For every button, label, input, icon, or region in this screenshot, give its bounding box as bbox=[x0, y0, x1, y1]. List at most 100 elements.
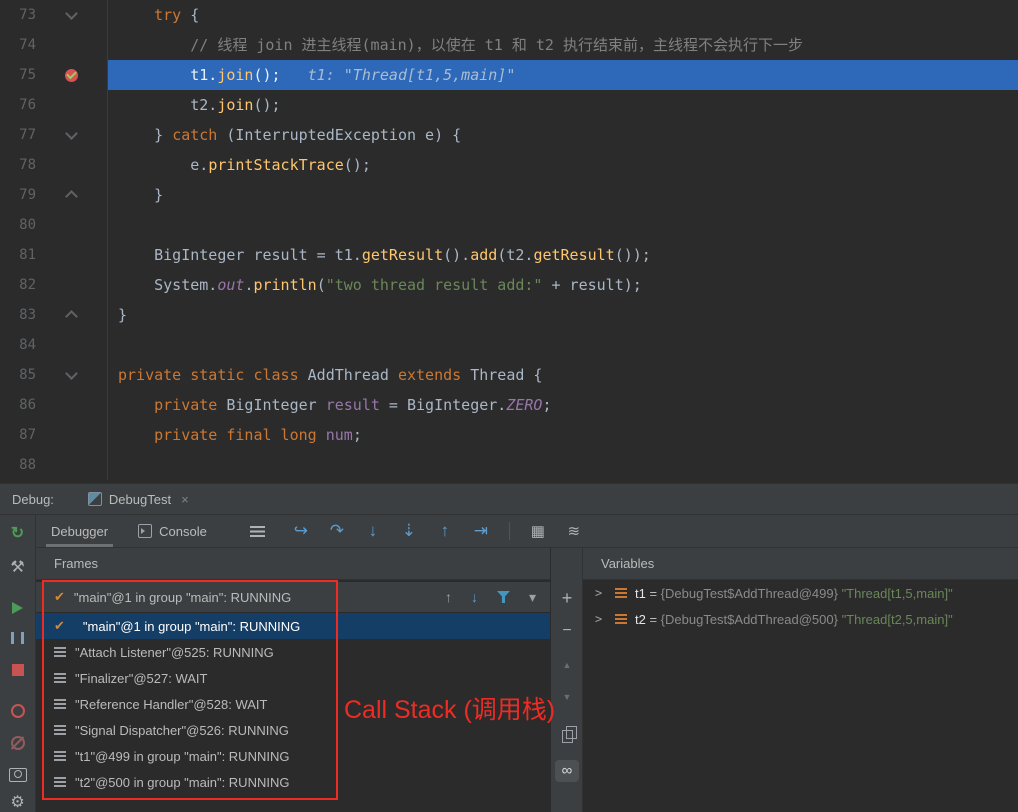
variable-row[interactable]: > t2 = {DebugTest$AddThread@500} "Thread[… bbox=[583, 606, 1018, 632]
variable-row[interactable]: > t1 = {DebugTest$AddThread@499} "Thread[… bbox=[583, 580, 1018, 606]
layout-settings-icon[interactable]: ≋ bbox=[564, 522, 584, 540]
editor-line[interactable]: 88 bbox=[0, 450, 1018, 480]
editor-line[interactable]: 79 } bbox=[0, 180, 1018, 210]
step-over-icon[interactable]: ↷ bbox=[327, 521, 347, 541]
editor-line[interactable]: 84 bbox=[0, 330, 1018, 360]
editor-line[interactable]: 80 bbox=[0, 210, 1018, 240]
editor-gutter[interactable]: 79 bbox=[0, 180, 108, 210]
infinity-icon[interactable]: ∞ bbox=[555, 760, 579, 782]
editor-gutter[interactable]: 73 bbox=[0, 0, 108, 30]
editor-line[interactable]: 75 t1.join(); t1: "Thread[t1,5,main]" bbox=[0, 60, 1018, 90]
stop-icon[interactable] bbox=[8, 661, 28, 679]
scroll-up-icon[interactable]: ▲ bbox=[551, 660, 583, 670]
fold-down-icon[interactable] bbox=[64, 367, 78, 380]
editor-gutter[interactable]: 80 bbox=[0, 210, 108, 240]
editor-line[interactable]: 77 } catch (InterruptedException e) { bbox=[0, 120, 1018, 150]
editor-line[interactable]: 81 BigInteger result = t1.getResult().ad… bbox=[0, 240, 1018, 270]
editor-gutter[interactable]: 75 bbox=[0, 60, 108, 90]
variables-header: Variables bbox=[583, 548, 1018, 580]
editor-line[interactable]: 78 e.printStackTrace(); bbox=[0, 150, 1018, 180]
editor-gutter[interactable]: 77 bbox=[0, 120, 108, 150]
filter-icon[interactable] bbox=[496, 591, 510, 603]
line-number: 78 bbox=[19, 157, 36, 173]
copy-stack-icon[interactable] bbox=[562, 726, 577, 743]
scroll-down-icon[interactable]: ▼ bbox=[551, 692, 583, 702]
breakpoint-icon[interactable] bbox=[64, 68, 78, 82]
add-icon[interactable]: + bbox=[551, 588, 583, 609]
expand-chevron-icon[interactable]: > bbox=[595, 586, 609, 600]
editor-gutter[interactable]: 87 bbox=[0, 420, 108, 450]
frames-header-label: Frames bbox=[54, 556, 99, 571]
debug-session-tab[interactable]: DebugTest × bbox=[78, 484, 199, 514]
wrench-icon[interactable]: ⚒ bbox=[8, 557, 28, 577]
code-text: t1.join(); t1: "Thread[t1,5,main]" bbox=[108, 60, 1018, 90]
rerun-debug-icon[interactable]: ↻ bbox=[8, 523, 28, 543]
thread-row[interactable]: ✔ "main"@1 in group "main": RUNNING bbox=[36, 613, 550, 639]
editor-gutter[interactable]: 84 bbox=[0, 330, 108, 360]
mute-breakpoints-icon[interactable] bbox=[8, 734, 28, 752]
editor-line[interactable]: 76 t2.join(); bbox=[0, 90, 1018, 120]
code-text: System.out.println("two thread result ad… bbox=[118, 276, 642, 294]
fold-up-icon[interactable] bbox=[64, 190, 78, 203]
show-execution-point-icon[interactable]: ↪ bbox=[291, 521, 311, 541]
thread-icon bbox=[54, 699, 66, 709]
tab-debugger[interactable]: Debugger bbox=[36, 515, 123, 547]
run-to-cursor-icon[interactable]: ⇥ bbox=[471, 521, 491, 541]
step-into-icon[interactable]: ↓ bbox=[363, 521, 383, 541]
thread-row[interactable]: "t1"@499 in group "main": RUNNING bbox=[36, 743, 550, 769]
dropdown-caret-icon[interactable]: ▾ bbox=[529, 589, 536, 606]
code-editor[interactable]: 73 try {74 // 线程 join 进主线程(main)，以使在 t1 … bbox=[0, 0, 1018, 483]
thread-icon bbox=[54, 777, 66, 787]
editor-gutter[interactable]: 78 bbox=[0, 150, 108, 180]
close-icon[interactable]: × bbox=[181, 492, 189, 507]
resume-icon[interactable] bbox=[8, 599, 28, 617]
variable-value: "Thread[t2,5,main]" bbox=[837, 611, 953, 627]
fold-up-icon[interactable] bbox=[64, 310, 78, 323]
line-number: 74 bbox=[19, 37, 36, 53]
thread-dump-camera-icon[interactable] bbox=[8, 767, 28, 785]
equals-sign: = bbox=[645, 611, 661, 627]
remove-icon[interactable]: − bbox=[551, 622, 583, 640]
expand-chevron-icon[interactable]: > bbox=[595, 612, 609, 626]
editor-gutter[interactable]: 83 bbox=[0, 300, 108, 330]
fold-down-icon[interactable] bbox=[64, 127, 78, 140]
editor-gutter[interactable]: 85 bbox=[0, 360, 108, 390]
variable-value: "Thread[t1,5,main]" bbox=[837, 585, 953, 601]
editor-gutter[interactable]: 88 bbox=[0, 450, 108, 480]
menu-icon[interactable] bbox=[249, 525, 265, 537]
force-step-into-icon[interactable]: ⇣ bbox=[399, 521, 419, 541]
thread-selector-dropdown[interactable]: ✔ "main"@1 in group "main": RUNNING ↑ ↓ … bbox=[36, 582, 550, 612]
fold-down-icon[interactable] bbox=[64, 7, 78, 20]
session-tab-label: DebugTest bbox=[108, 491, 172, 507]
editor-gutter[interactable]: 76 bbox=[0, 90, 108, 120]
run-configuration-icon bbox=[87, 492, 102, 506]
editor-line[interactable]: 86 private BigInteger result = BigIntege… bbox=[0, 390, 1018, 420]
view-breakpoints-icon[interactable] bbox=[8, 703, 28, 721]
editor-gutter[interactable]: 82 bbox=[0, 270, 108, 300]
editor-gutter[interactable]: 86 bbox=[0, 390, 108, 420]
line-number: 81 bbox=[19, 247, 36, 263]
intellij-debug-window: 73 try {74 // 线程 join 进主线程(main)，以使在 t1 … bbox=[0, 0, 1018, 812]
line-number: 77 bbox=[19, 127, 36, 143]
editor-gutter[interactable]: 74 bbox=[0, 30, 108, 60]
thread-row[interactable]: "t2"@500 in group "main": RUNNING bbox=[36, 769, 550, 795]
thread-row[interactable]: "Attach Listener"@525: RUNNING bbox=[36, 639, 550, 665]
editor-line[interactable]: 82 System.out.println("two thread result… bbox=[0, 270, 1018, 300]
editor-line[interactable]: 85 private static class AddThread extends… bbox=[0, 360, 1018, 390]
gear-icon[interactable]: ⚙ bbox=[8, 792, 28, 812]
step-out-icon[interactable]: ↑ bbox=[435, 521, 455, 541]
thread-icon bbox=[54, 725, 66, 735]
thread-row[interactable]: "Finalizer"@527: WAIT bbox=[36, 665, 550, 691]
view-breakpoints-grid-icon[interactable]: ▦ bbox=[528, 522, 548, 540]
editor-line[interactable]: 83} bbox=[0, 300, 1018, 330]
editor-line[interactable]: 87 private final long num; bbox=[0, 420, 1018, 450]
next-frame-icon[interactable]: ↓ bbox=[471, 589, 478, 605]
editor-gutter[interactable]: 81 bbox=[0, 240, 108, 270]
editor-line[interactable]: 73 try { bbox=[0, 0, 1018, 30]
line-number: 73 bbox=[19, 7, 36, 23]
pause-icon[interactable] bbox=[8, 630, 28, 648]
tab-console[interactable]: Console bbox=[123, 515, 222, 547]
editor-line[interactable]: 74 // 线程 join 进主线程(main)，以使在 t1 和 t2 执行结… bbox=[0, 30, 1018, 60]
line-number: 88 bbox=[19, 457, 36, 473]
previous-frame-icon[interactable]: ↑ bbox=[445, 589, 452, 605]
